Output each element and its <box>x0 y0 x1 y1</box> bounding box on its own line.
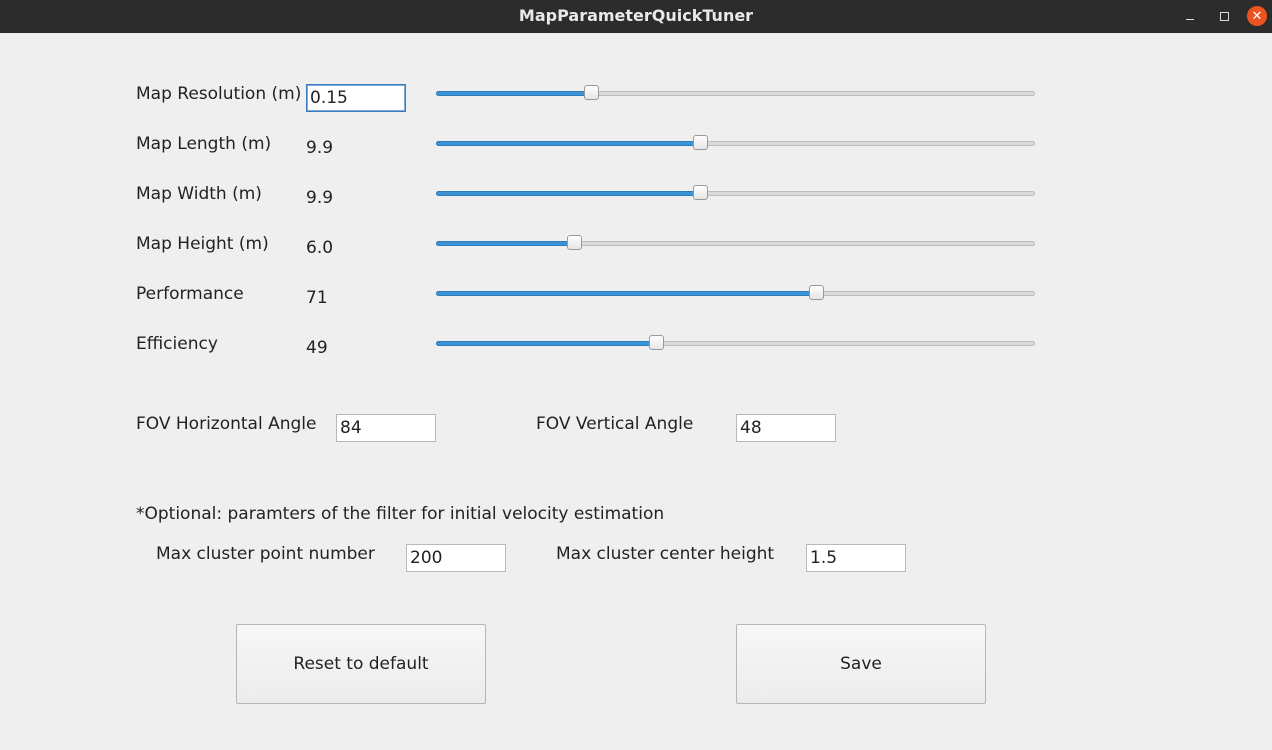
max-cluster-height-input[interactable] <box>806 544 906 572</box>
max-cluster-height-label: Max cluster center height <box>556 544 775 564</box>
slider-handle[interactable] <box>809 285 824 300</box>
map-length-label: Map Length (m) <box>136 134 272 154</box>
map-height-value: 6.0 <box>306 238 334 258</box>
efficiency-value: 49 <box>306 338 328 358</box>
save-button[interactable]: Save <box>736 624 986 704</box>
performance-slider[interactable] <box>436 283 1035 303</box>
performance-value: 71 <box>306 288 328 308</box>
slider-handle[interactable] <box>649 335 664 350</box>
close-icon[interactable]: ✕ <box>1247 6 1267 26</box>
performance-label: Performance <box>136 284 244 304</box>
slider-handle[interactable] <box>567 235 582 250</box>
fov-horizontal-input[interactable] <box>336 414 436 442</box>
efficiency-label: Efficiency <box>136 334 218 354</box>
title-bar: MapParameterQuickTuner ✕ <box>0 0 1272 33</box>
slider-fill <box>436 291 816 296</box>
slider-fill <box>436 241 574 246</box>
map-length-value: 9.9 <box>306 138 334 158</box>
efficiency-slider[interactable] <box>436 333 1035 353</box>
slider-handle[interactable] <box>693 185 708 200</box>
max-cluster-point-input[interactable] <box>406 544 506 572</box>
optional-heading: *Optional: paramters of the filter for i… <box>136 504 665 524</box>
reset-button[interactable]: Reset to default <box>236 624 486 704</box>
map-resolution-slider[interactable] <box>436 83 1035 103</box>
slider-fill <box>436 191 700 196</box>
window-title: MapParameterQuickTuner <box>518 6 754 25</box>
fov-horizontal-label: FOV Horizontal Angle <box>136 414 317 434</box>
slider-fill <box>436 141 700 146</box>
map-width-label: Map Width (m) <box>136 184 262 204</box>
map-width-slider[interactable] <box>436 183 1035 203</box>
map-resolution-label: Map Resolution (m) <box>136 84 302 104</box>
map-height-label: Map Height (m) <box>136 234 269 254</box>
map-width-value: 9.9 <box>306 188 334 208</box>
fov-vertical-input[interactable] <box>736 414 836 442</box>
slider-fill <box>436 341 656 346</box>
slider-handle[interactable] <box>693 135 708 150</box>
map-length-slider[interactable] <box>436 133 1035 153</box>
slider-handle[interactable] <box>584 85 599 100</box>
slider-fill <box>436 91 591 96</box>
map-height-slider[interactable] <box>436 233 1035 253</box>
fov-vertical-label: FOV Vertical Angle <box>536 414 694 434</box>
map-resolution-input[interactable] <box>306 84 406 112</box>
minimize-icon[interactable] <box>1179 5 1201 27</box>
maximize-icon[interactable] <box>1213 5 1235 27</box>
max-cluster-point-label: Max cluster point number <box>156 544 375 564</box>
